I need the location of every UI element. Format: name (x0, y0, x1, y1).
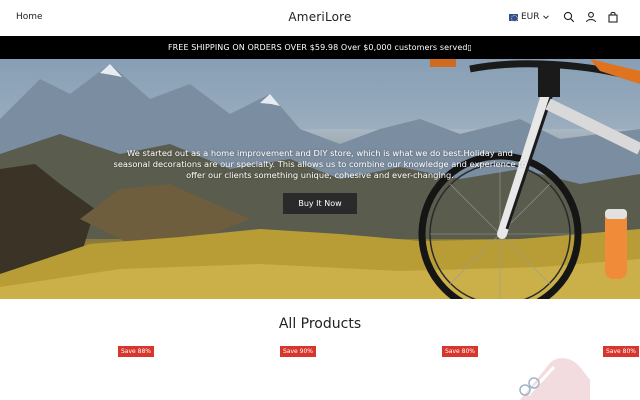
cart-icon[interactable] (607, 11, 619, 23)
sale-badge: Save 80% (442, 346, 478, 357)
product-card[interactable]: Save 80% (480, 340, 640, 400)
announcement-bar: FREE SHIPPING ON ORDERS OVER $59.98 Over… (0, 36, 640, 59)
section-title: All Products (278, 316, 362, 332)
chevron-down-icon (542, 15, 549, 20)
currency-label: EUR (521, 12, 540, 22)
product-card[interactable]: Save 80% (320, 340, 480, 400)
product-card[interactable]: Save 90% (160, 340, 320, 400)
flag-eu-icon (509, 13, 518, 22)
hero-description: We started out as a home improvement and… (113, 148, 527, 180)
site-header: Home AmeriLore EUR (0, 0, 640, 36)
product-card[interactable]: Save 88% (0, 340, 160, 400)
sale-badge: Save 88% (118, 346, 154, 357)
sale-badge: Save 90% (280, 346, 316, 357)
sale-badge: Save 80% (603, 346, 639, 357)
hero-banner: We started out as a home improvement and… (0, 59, 640, 299)
account-icon[interactable] (585, 11, 597, 23)
search-icon[interactable] (563, 11, 575, 23)
buy-it-now-button[interactable]: Buy It Now (283, 193, 357, 214)
currency-selector[interactable]: EUR (509, 12, 549, 22)
product-image (519, 358, 590, 400)
